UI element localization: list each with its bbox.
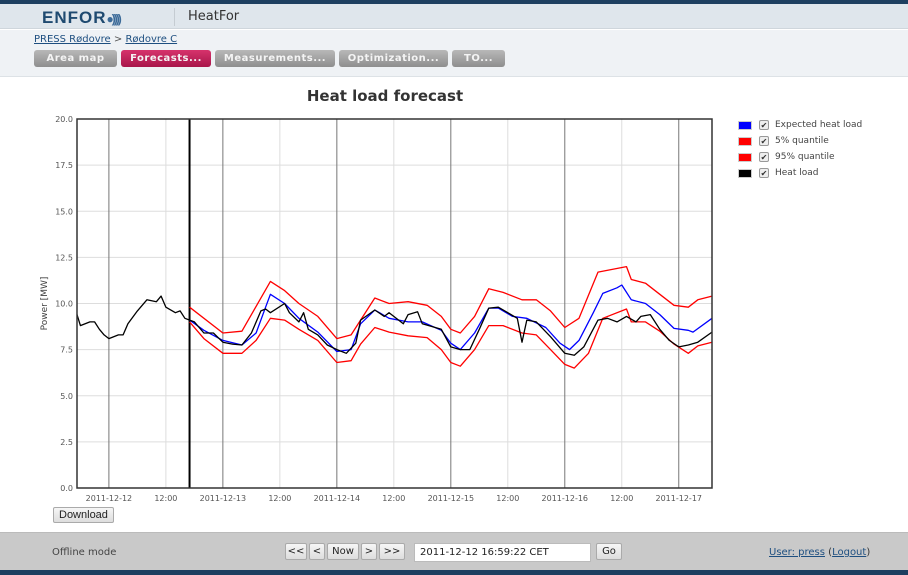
y-tick-label: 12.5 (55, 253, 73, 262)
x-tick-label: 12:00 (268, 494, 291, 503)
bottom-bar (0, 570, 908, 575)
y-tick-label: 2.5 (60, 438, 73, 447)
y-tick-label: 7.5 (60, 346, 73, 355)
y-tick-label: 17.5 (55, 161, 73, 170)
go-button[interactable]: Go (596, 543, 622, 560)
user-info: User: press (Logout) (769, 547, 871, 558)
offline-mode-label: Offline mode (52, 547, 117, 558)
last-button[interactable]: >> (379, 543, 405, 560)
legend-swatch (738, 152, 752, 162)
y-tick-label: 20.0 (55, 115, 73, 124)
user-link[interactable]: User: press (769, 547, 825, 558)
checkbox-checked-icon[interactable]: ✔ (759, 120, 769, 130)
legend-item-expected[interactable]: ✔ Expected heat load (738, 117, 862, 133)
legend-label: Expected heat load (775, 120, 863, 130)
datetime-input[interactable]: 2011-12-12 16:59:22 CET (414, 543, 591, 562)
series-line-heat-load (76, 295, 713, 356)
legend-swatch (738, 136, 752, 146)
x-tick-label: 12:00 (610, 494, 633, 503)
legend-item-95-quantile[interactable]: ✔ 95% quantile (738, 149, 862, 165)
x-tick-label: 12:00 (382, 494, 405, 503)
x-tick-label: 2011-12-12 (86, 494, 133, 503)
legend-item-heat-load[interactable]: ✔ Heat load (738, 165, 862, 181)
legend-swatch (738, 168, 752, 178)
legend-label: Heat load (775, 168, 819, 178)
legend-label: 95% quantile (775, 152, 835, 162)
checkbox-checked-icon[interactable]: ✔ (759, 152, 769, 162)
legend-swatch (738, 120, 752, 130)
y-tick-label: 0.0 (60, 484, 73, 493)
y-tick-label: 10.0 (55, 300, 73, 309)
x-tick-label: 2011-12-14 (314, 494, 361, 503)
y-tick-label: 5.0 (60, 392, 73, 401)
legend-label: 5% quantile (775, 136, 829, 146)
y-tick-label: 15.0 (55, 207, 73, 216)
chart-legend: ✔ Expected heat load ✔ 5% quantile ✔ 95% qu… (738, 117, 862, 181)
footer: Offline mode << < Now > >> 2011-12-12 16… (0, 532, 908, 570)
previous-button[interactable]: < (309, 543, 325, 560)
legend-item-5-quantile[interactable]: ✔ 5% quantile (738, 133, 862, 149)
x-tick-label: 2011-12-17 (656, 494, 703, 503)
now-button[interactable]: Now (327, 543, 359, 560)
logout-link[interactable]: Logout (832, 547, 866, 558)
checkbox-checked-icon[interactable]: ✔ (759, 168, 769, 178)
x-tick-label: 2011-12-15 (428, 494, 475, 503)
x-tick-label: 2011-12-13 (200, 494, 247, 503)
x-tick-label: 12:00 (154, 494, 177, 503)
download-button[interactable]: Download (53, 507, 114, 523)
first-button[interactable]: << (285, 543, 307, 560)
next-button[interactable]: > (361, 543, 377, 560)
checkbox-checked-icon[interactable]: ✔ (759, 136, 769, 146)
y-axis-label: Power [MW] (40, 277, 50, 331)
x-tick-label: 2011-12-16 (542, 494, 589, 503)
x-tick-label: 12:00 (496, 494, 519, 503)
heat-load-chart: 0.0 2.5 5.0 7.5 10.0 12.5 15.0 17.5 20.0 2011-12-… (40, 115, 713, 503)
